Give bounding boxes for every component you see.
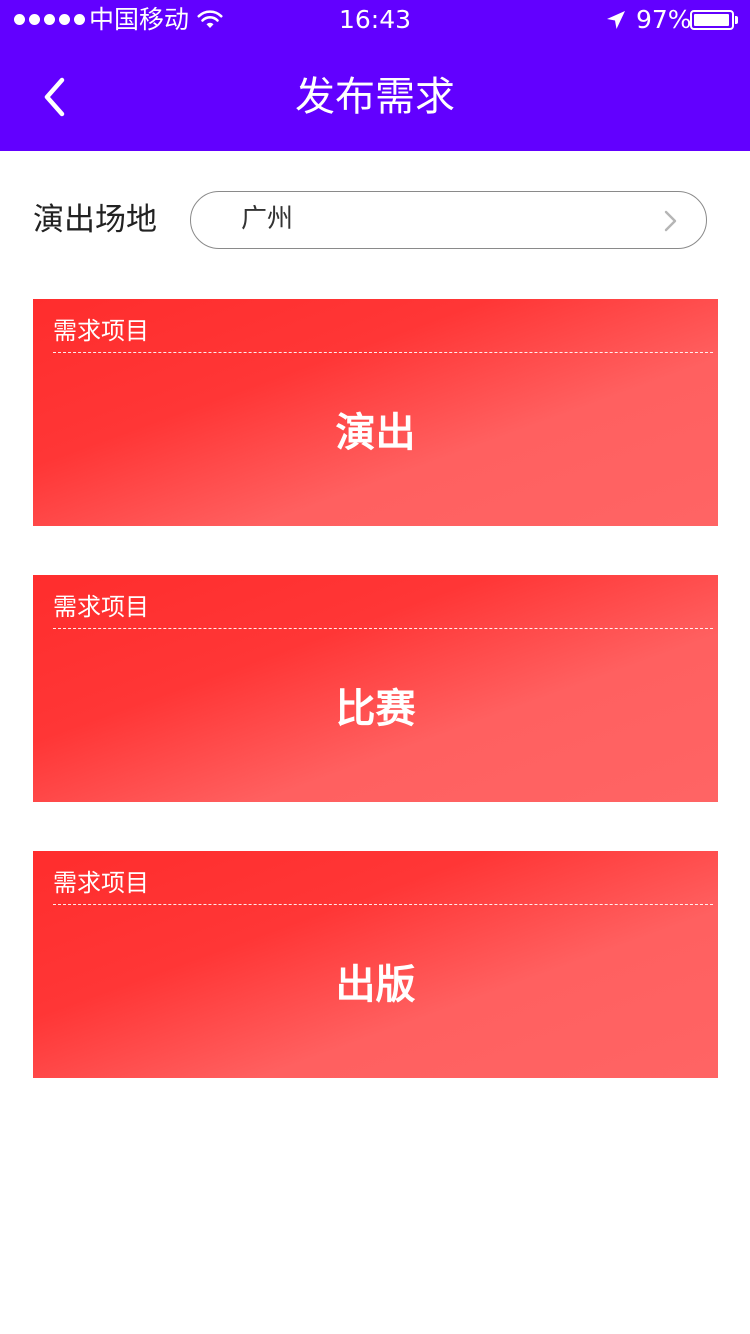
demand-card-competition[interactable]: 需求项目 比赛 [33, 575, 718, 802]
status-bar: 中国移动 16:43 97% [0, 0, 750, 40]
card-divider [53, 628, 713, 629]
venue-select[interactable]: 广州 [190, 191, 707, 249]
venue-label: 演出场地 [33, 202, 157, 238]
venue-row: 演出场地 广州 [33, 191, 707, 249]
page-title: 发布需求 [295, 74, 455, 120]
venue-value: 广州 [241, 204, 294, 234]
demand-card-list: 需求项目 演出 需求项目 比赛 需求项目 出版 [33, 299, 718, 1127]
chevron-right-icon [664, 210, 677, 232]
card-divider [53, 352, 713, 353]
demand-card-publishing[interactable]: 需求项目 出版 [33, 851, 718, 1078]
card-title: 演出 [335, 410, 416, 456]
card-caption: 需求项目 [53, 593, 149, 621]
card-caption: 需求项目 [53, 869, 149, 897]
location-arrow-icon [607, 11, 625, 29]
card-divider [53, 904, 713, 905]
battery-icon [690, 10, 738, 30]
card-title: 比赛 [335, 686, 416, 732]
battery-percent: 97% [636, 5, 692, 34]
card-caption: 需求项目 [53, 317, 149, 345]
card-title: 出版 [335, 962, 416, 1008]
app-header: 中国移动 16:43 97% 发布需求 [0, 0, 750, 151]
demand-card-performance[interactable]: 需求项目 演出 [33, 299, 718, 526]
